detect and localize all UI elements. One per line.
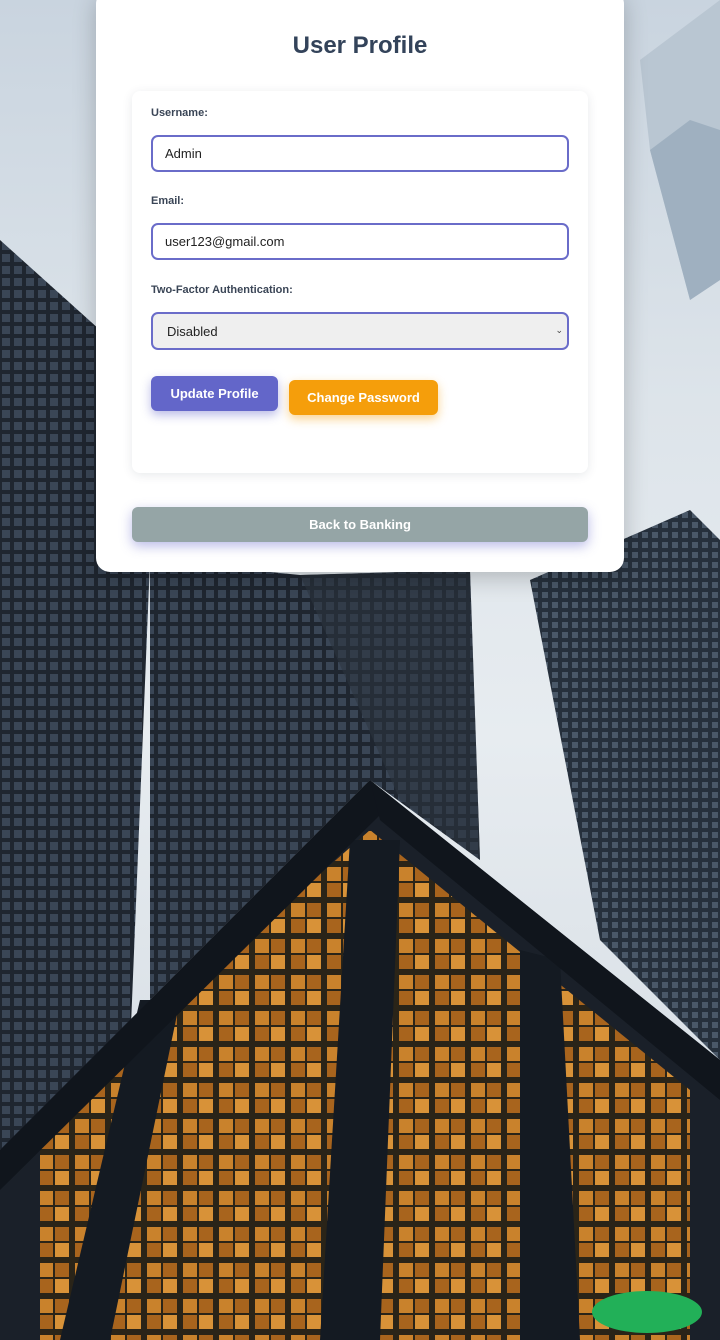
username-label: Username:	[151, 107, 208, 119]
chevron-down-icon: ⌄	[555, 325, 563, 335]
back-to-banking-button[interactable]: Back to Banking	[132, 507, 588, 542]
chat-floating-button[interactable]	[592, 1291, 702, 1333]
username-input[interactable]	[151, 135, 569, 172]
profile-card: User Profile Username: Email: Two-Factor…	[96, 0, 624, 572]
two-factor-selected-value: Disabled	[167, 324, 218, 339]
page-title: User Profile	[292, 32, 428, 59]
profile-form: Username: Email: Two-Factor Authenticati…	[132, 91, 588, 473]
email-input[interactable]	[151, 223, 569, 260]
email-label: Email:	[151, 195, 185, 207]
update-profile-button[interactable]: Update Profile	[151, 376, 278, 411]
two-factor-label: Two-Factor Authentication:	[151, 284, 293, 296]
two-factor-select[interactable]: Disabled ⌄	[151, 312, 569, 350]
change-password-button[interactable]: Change Password	[289, 380, 438, 415]
